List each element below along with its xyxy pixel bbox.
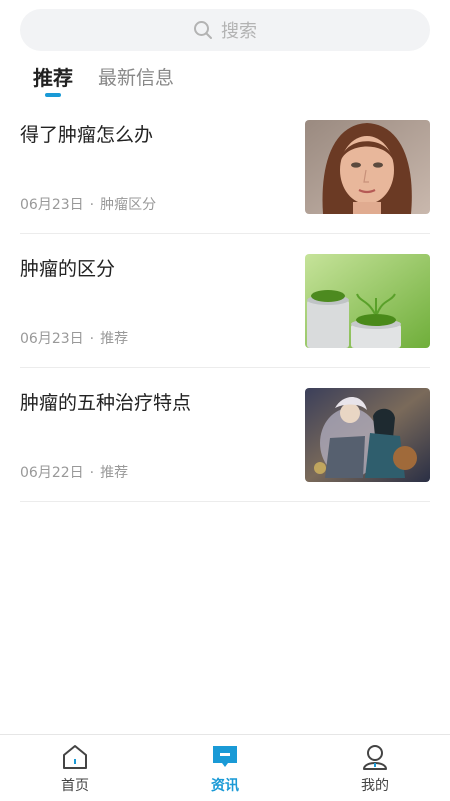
list-item[interactable]: 得了肿瘤怎么办 06月23日 · 肿瘤区分 — [20, 100, 430, 234]
tab-recommend[interactable]: 推荐 — [33, 62, 73, 102]
article-thumbnail — [305, 120, 430, 214]
article-title: 得了肿瘤怎么办 — [20, 124, 154, 146]
tabbar-home[interactable]: 首页 — [0, 735, 150, 801]
tabbar-label: 资讯 — [211, 778, 239, 794]
news-icon — [213, 746, 237, 767]
article-category: 肿瘤区分 — [100, 197, 157, 213]
article-date: 06月22日 — [20, 465, 84, 481]
article-date: 06月23日 — [20, 197, 84, 213]
tabbar-label: 我的 — [361, 778, 389, 794]
search-icon — [194, 21, 212, 39]
article-title: 肿瘤的五种治疗特点 — [20, 392, 192, 414]
category-tabs: 推荐 最新信息 — [33, 62, 199, 102]
list-item[interactable]: 肿瘤的五种治疗特点 06月22日 · 推荐 — [20, 368, 430, 502]
meta-separator: · — [89, 331, 95, 347]
article-thumbnail — [305, 388, 430, 482]
search-input[interactable]: 搜索 — [20, 9, 430, 51]
article-meta: 06月23日 · 肿瘤区分 — [20, 194, 156, 214]
article-thumbnail — [305, 254, 430, 348]
article-date: 06月23日 — [20, 331, 84, 347]
tabbar-news[interactable]: 资讯 — [150, 735, 300, 801]
article-title: 肿瘤的区分 — [20, 258, 116, 280]
profile-icon — [363, 745, 387, 770]
article-meta: 06月22日 · 推荐 — [20, 462, 128, 482]
meta-separator: · — [89, 197, 95, 213]
tabbar-label: 首页 — [61, 778, 89, 794]
bottom-tab-bar: 首页 资讯 我的 — [0, 734, 450, 801]
search-placeholder: 搜索 — [221, 21, 257, 42]
list-item[interactable]: 肿瘤的区分 06月23日 · 推荐 — [20, 234, 430, 368]
tab-latest[interactable]: 最新信息 — [98, 62, 174, 102]
article-meta: 06月23日 · 推荐 — [20, 328, 128, 348]
home-icon — [63, 745, 87, 769]
article-category: 推荐 — [100, 465, 129, 481]
article-category: 推荐 — [100, 331, 129, 347]
meta-separator: · — [89, 465, 95, 481]
article-list: 得了肿瘤怎么办 06月23日 · 肿瘤区分 肿瘤的区分 06月23日 · 推荐 … — [20, 100, 430, 502]
tabbar-profile[interactable]: 我的 — [300, 735, 450, 801]
